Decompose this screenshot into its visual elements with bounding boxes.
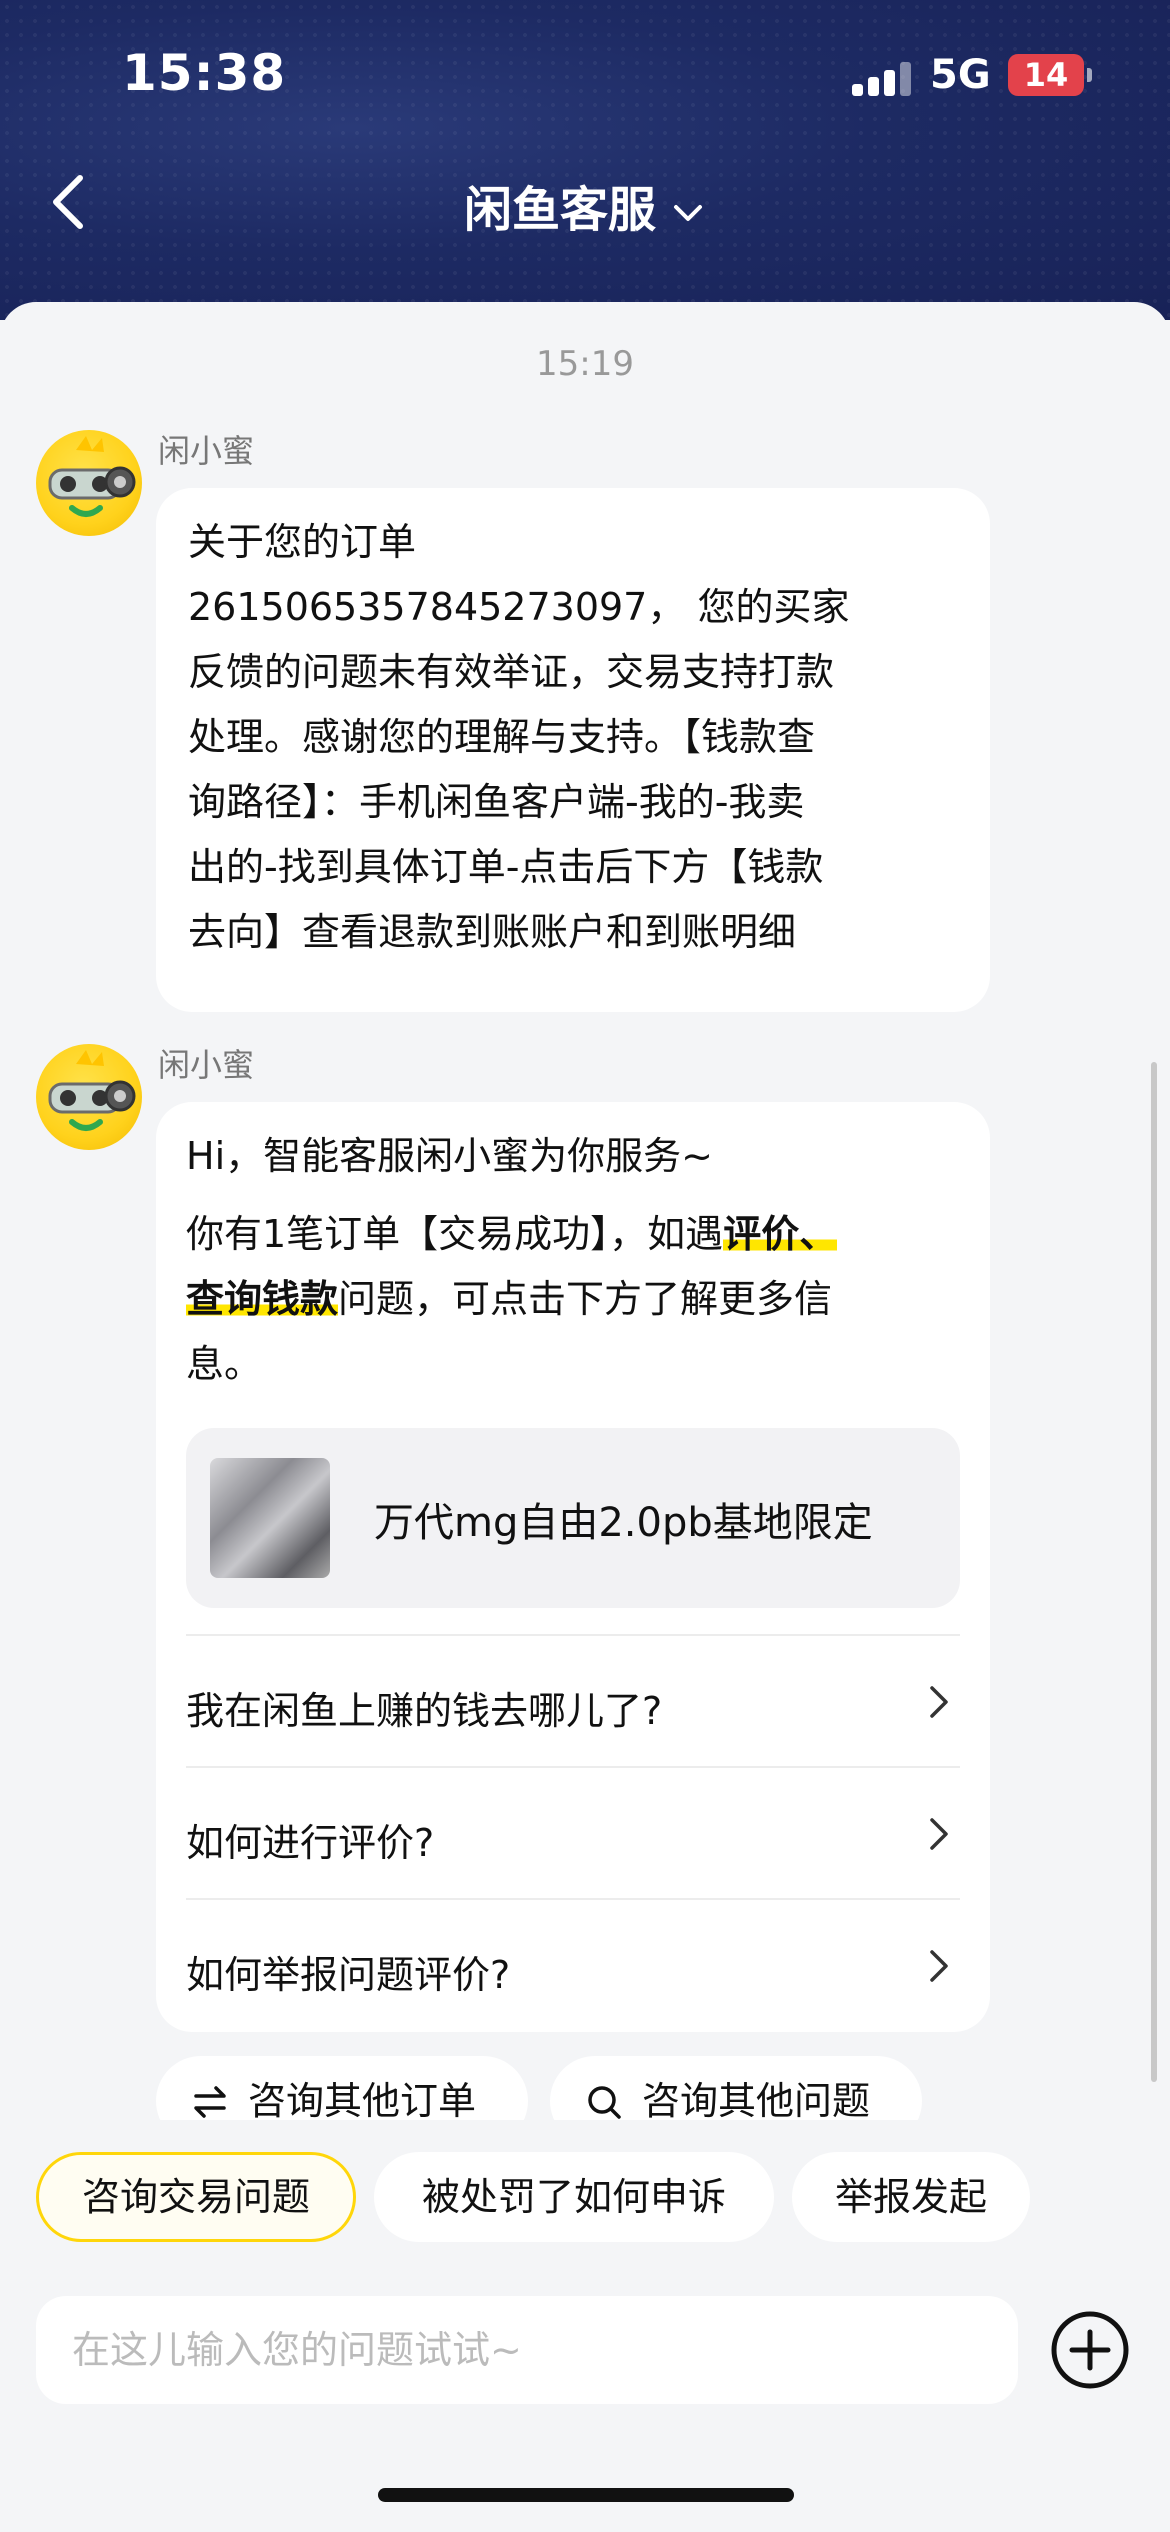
message-line: 关于您的订单 bbox=[188, 520, 417, 564]
highlight-text: 查询钱款 bbox=[186, 1277, 339, 1321]
message-line: 反馈的问题未有效举证，交易支持打款 bbox=[188, 650, 835, 694]
chevron-right-icon bbox=[930, 1818, 948, 1850]
chevron-down-icon bbox=[674, 205, 702, 221]
message-text: 问题，可点击下方了解更多信 bbox=[338, 1277, 833, 1321]
nav-bar: 闲鱼客服 bbox=[0, 150, 1170, 250]
chevron-right-icon bbox=[930, 1950, 948, 1982]
message-text: 你有1笔订单【交易成功】，如遇 bbox=[186, 1212, 724, 1256]
status-time: 15:38 bbox=[122, 44, 287, 102]
message-line: 处理。感谢您的理解与支持。【钱款查 bbox=[188, 715, 816, 759]
battery-icon: 14 bbox=[1008, 54, 1084, 96]
product-card[interactable]: 万代mg自由2.0pb基地限定 bbox=[186, 1428, 960, 1608]
bot-face-icon bbox=[48, 1050, 136, 1131]
status-bar: 15:38 5G 14 bbox=[0, 0, 1170, 150]
product-name: 万代mg自由2.0pb基地限定 bbox=[374, 1500, 873, 1546]
suggestion-chip-penalty-appeal[interactable]: 被处罚了如何申诉 bbox=[374, 2152, 774, 2242]
bottom-panel: 咨询交易问题 被处罚了如何申诉 举报发起 在这儿输入您的问题试试~ bbox=[0, 2120, 1170, 2532]
message-line: 2615065357845273097， 您的买家 bbox=[188, 585, 850, 629]
message-timestamp: 15:19 bbox=[536, 344, 634, 384]
swap-icon bbox=[194, 2086, 226, 2118]
greeting-text: Hi，智能客服闲小蜜为你服务~ bbox=[186, 1134, 713, 1178]
suggestion-chip-report[interactable]: 举报发起 bbox=[792, 2152, 1030, 2242]
sender-name: 闲小蜜 bbox=[158, 1046, 255, 1084]
suggestion-chip-trade-question[interactable]: 咨询交易问题 bbox=[36, 2152, 356, 2242]
message-line: 出的-找到具体订单-点击后下方【钱款 bbox=[188, 845, 824, 889]
message-line: 你有1笔订单【交易成功】，如遇评价、 bbox=[186, 1202, 838, 1267]
chevron-right-icon bbox=[930, 1686, 948, 1718]
faq-label: 如何举报问题评价? bbox=[186, 1953, 511, 1997]
nav-title[interactable]: 闲鱼客服 bbox=[0, 170, 1170, 240]
message-line: 询路径】：手机闲鱼客户端-我的-我卖 bbox=[188, 780, 805, 824]
message-bubble: Hi，智能客服闲小蜜为你服务~ 你有1笔订单【交易成功】，如遇评价、 查询钱款问… bbox=[156, 1102, 990, 2032]
network-label: 5G bbox=[930, 52, 991, 98]
message-input[interactable]: 在这儿输入您的问题试试~ bbox=[36, 2296, 1018, 2404]
message-line: 息。 bbox=[186, 1342, 263, 1386]
plus-circle-icon[interactable] bbox=[1050, 2310, 1130, 2390]
faq-item[interactable]: 如何进行评价? bbox=[186, 1766, 960, 1898]
bot-face-icon bbox=[48, 436, 136, 517]
chat-scrollbar[interactable] bbox=[1151, 1062, 1157, 2082]
chat-area[interactable]: 15:19 闲小蜜 关于您的订单 2615065357845273097， 您的… bbox=[0, 302, 1170, 2162]
battery-cap bbox=[1087, 68, 1092, 82]
message-bubble: 关于您的订单 2615065357845273097， 您的买家 反馈的问题未有… bbox=[156, 488, 990, 1012]
signal-icon bbox=[852, 62, 912, 96]
product-thumbnail bbox=[210, 1458, 330, 1578]
search-icon bbox=[588, 2086, 621, 2119]
nav-title-text: 闲鱼客服 bbox=[463, 182, 656, 238]
faq-item[interactable]: 我在闲鱼上赚的钱去哪儿了? bbox=[186, 1634, 960, 1766]
message-line: 去向】查看退款到账账户和到账明细 bbox=[188, 910, 797, 954]
faq-item[interactable]: 如何举报问题评价? bbox=[186, 1898, 960, 2030]
faq-label: 如何进行评价? bbox=[186, 1821, 435, 1865]
message-line: 查询钱款问题，可点击下方了解更多信 bbox=[186, 1267, 832, 1332]
bot-avatar[interactable] bbox=[36, 1044, 142, 1150]
highlight-text: 评价、 bbox=[723, 1212, 838, 1256]
bot-avatar[interactable] bbox=[36, 430, 142, 536]
faq-label: 我在闲鱼上赚的钱去哪儿了? bbox=[186, 1689, 663, 1733]
sender-name: 闲小蜜 bbox=[158, 432, 255, 470]
home-indicator[interactable] bbox=[378, 2488, 794, 2502]
